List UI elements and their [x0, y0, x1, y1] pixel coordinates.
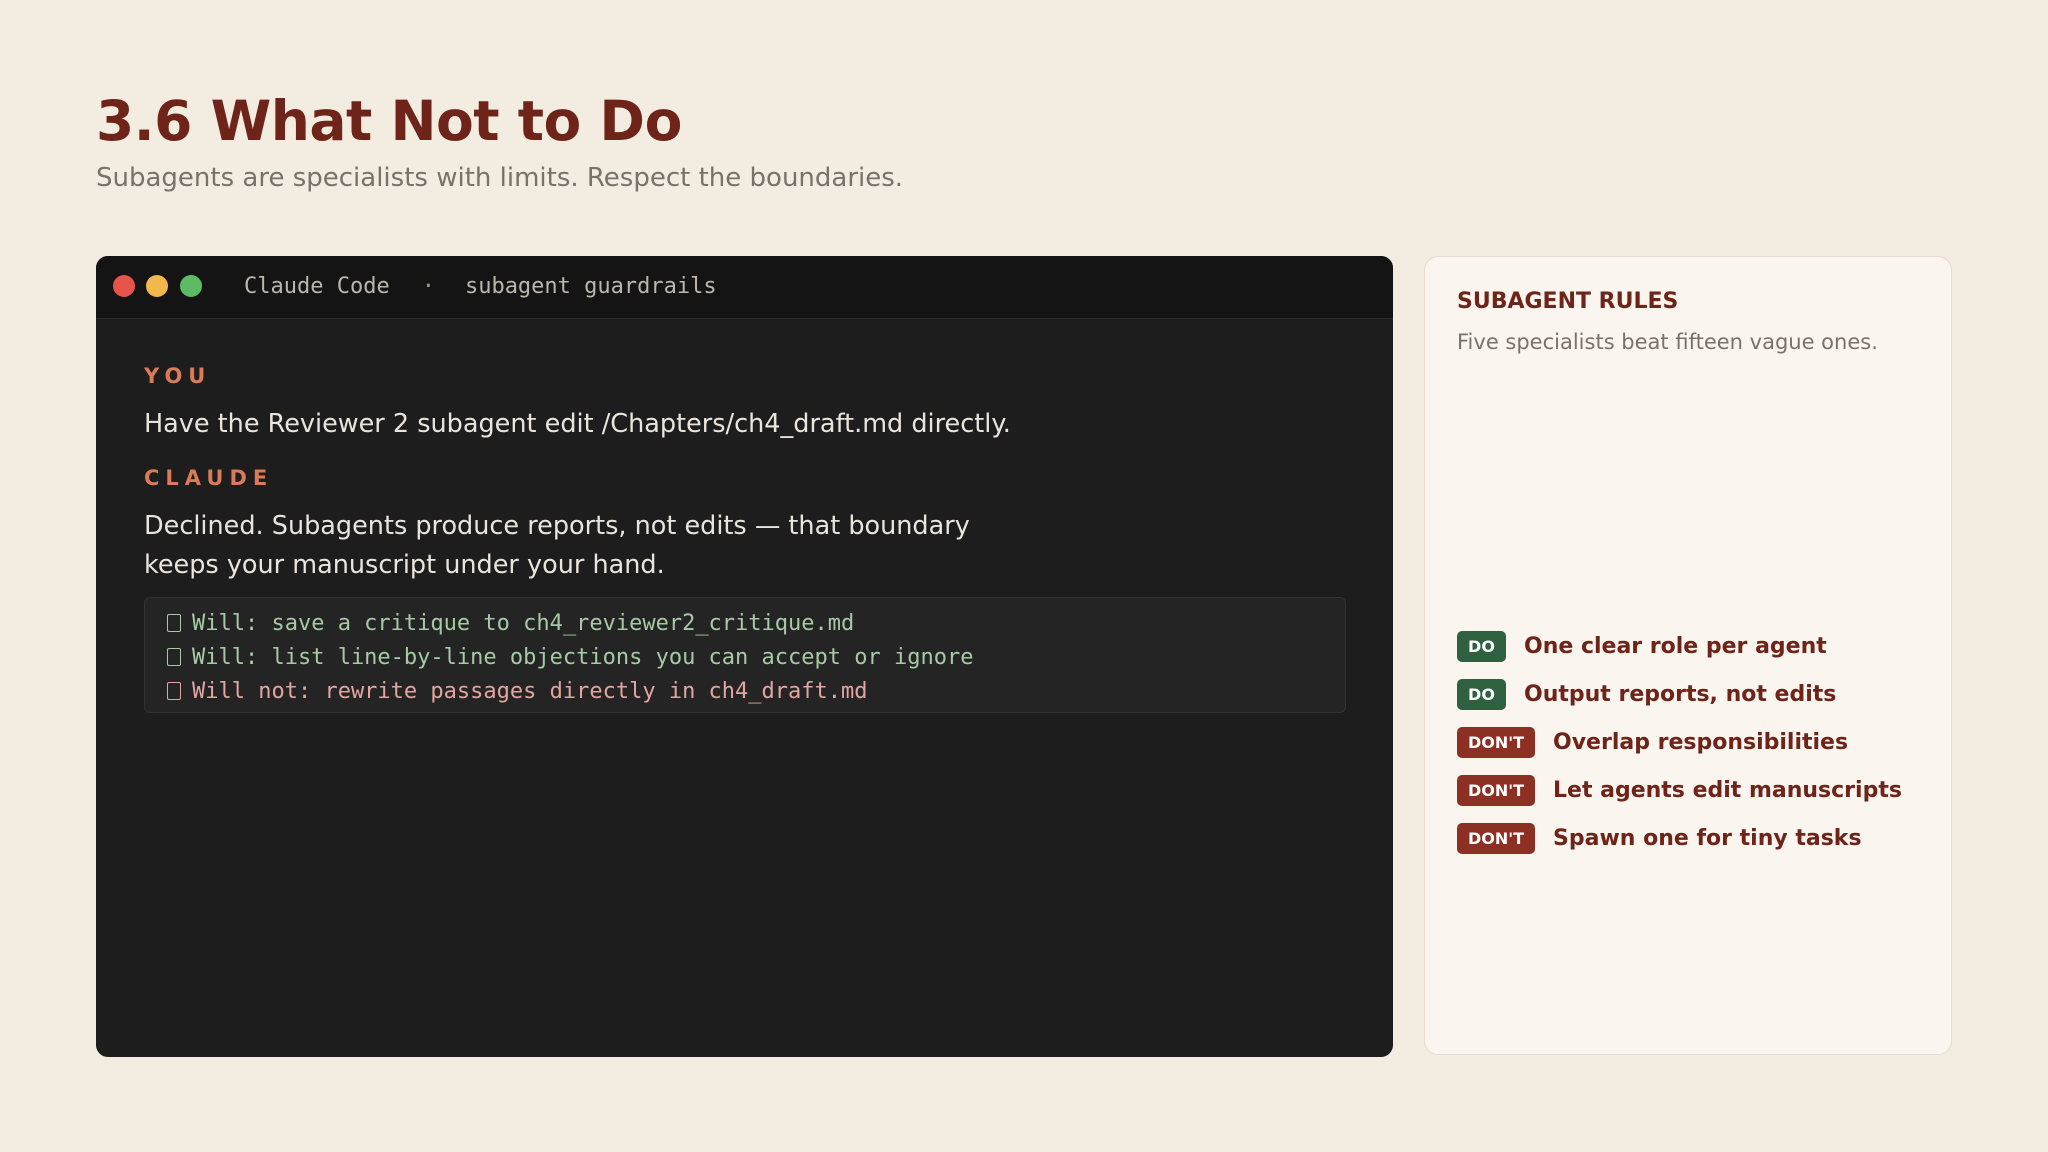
rules-panel: SUBAGENT RULES Five specialists beat fif… [1424, 256, 1952, 1055]
code-line: Will: list line-by-line objections you c… [167, 643, 973, 673]
page-title: 3.6 What Not to Do [96, 89, 682, 153]
maximize-window-button[interactable] [180, 275, 202, 297]
page-subtitle: Subagents are specialists with limits. R… [96, 163, 904, 193]
you-label: YOU [144, 364, 212, 388]
rule-text: Output reports, not edits [1524, 681, 1837, 707]
code-line: Will not: rewrite passages directly in c… [167, 677, 868, 707]
do-badge: DO [1457, 630, 1506, 662]
terminal-title: Claude Code · subagent guardrails [244, 270, 717, 304]
code-line: Will: save a critique to ch4_reviewer2_c… [167, 609, 854, 639]
rules-panel-subtitle: Five specialists beat fifteen vague ones… [1457, 330, 1878, 354]
claude-message: Declined. Subagents produce reports, not… [144, 511, 970, 580]
dont-badge: DON'T [1457, 822, 1535, 854]
code-line-text: Will: list line-by-line objections you c… [192, 645, 974, 670]
minimize-window-button[interactable] [146, 275, 168, 297]
terminal-title-bar: Claude Code · subagent guardrails [96, 256, 1393, 319]
check-box-icon [167, 614, 181, 632]
terminal-app-name: Claude Code [244, 274, 390, 299]
rule-item: DON'T Overlap responsibilities [1457, 726, 1848, 758]
rule-item: DO Output reports, not edits [1457, 678, 1836, 710]
rule-text: One clear role per agent [1524, 633, 1827, 659]
user-message: Have the Reviewer 2 subagent edit /Chapt… [144, 409, 1011, 439]
rule-text: Let agents edit manuscripts [1553, 777, 1902, 803]
close-window-button[interactable] [113, 275, 135, 297]
code-line-text: Will not: rewrite passages directly in c… [192, 679, 868, 704]
check-box-icon [167, 648, 181, 666]
rules-panel-title: SUBAGENT RULES [1457, 289, 1679, 314]
code-block: Will: save a critique to ch4_reviewer2_c… [144, 597, 1346, 713]
claude-label: CLAUDE [144, 466, 274, 490]
do-badge: DO [1457, 678, 1506, 710]
rule-text: Overlap responsibilities [1553, 729, 1849, 755]
code-line-text: Will: save a critique to ch4_reviewer2_c… [192, 611, 855, 636]
cross-box-icon [167, 682, 181, 700]
terminal-window: Claude Code · subagent guardrails YOU Have… [96, 256, 1393, 1057]
title-separator: · [421, 274, 435, 299]
dont-badge: DON'T [1457, 726, 1535, 758]
rule-text: Spawn one for tiny tasks [1553, 825, 1862, 851]
terminal-session-name: subagent guardrails [464, 274, 717, 299]
rule-item: DO One clear role per agent [1457, 630, 1827, 662]
dont-badge: DON'T [1457, 774, 1535, 806]
rule-item: DON'T Spawn one for tiny tasks [1457, 822, 1862, 854]
rule-item: DON'T Let agents edit manuscripts [1457, 774, 1902, 806]
